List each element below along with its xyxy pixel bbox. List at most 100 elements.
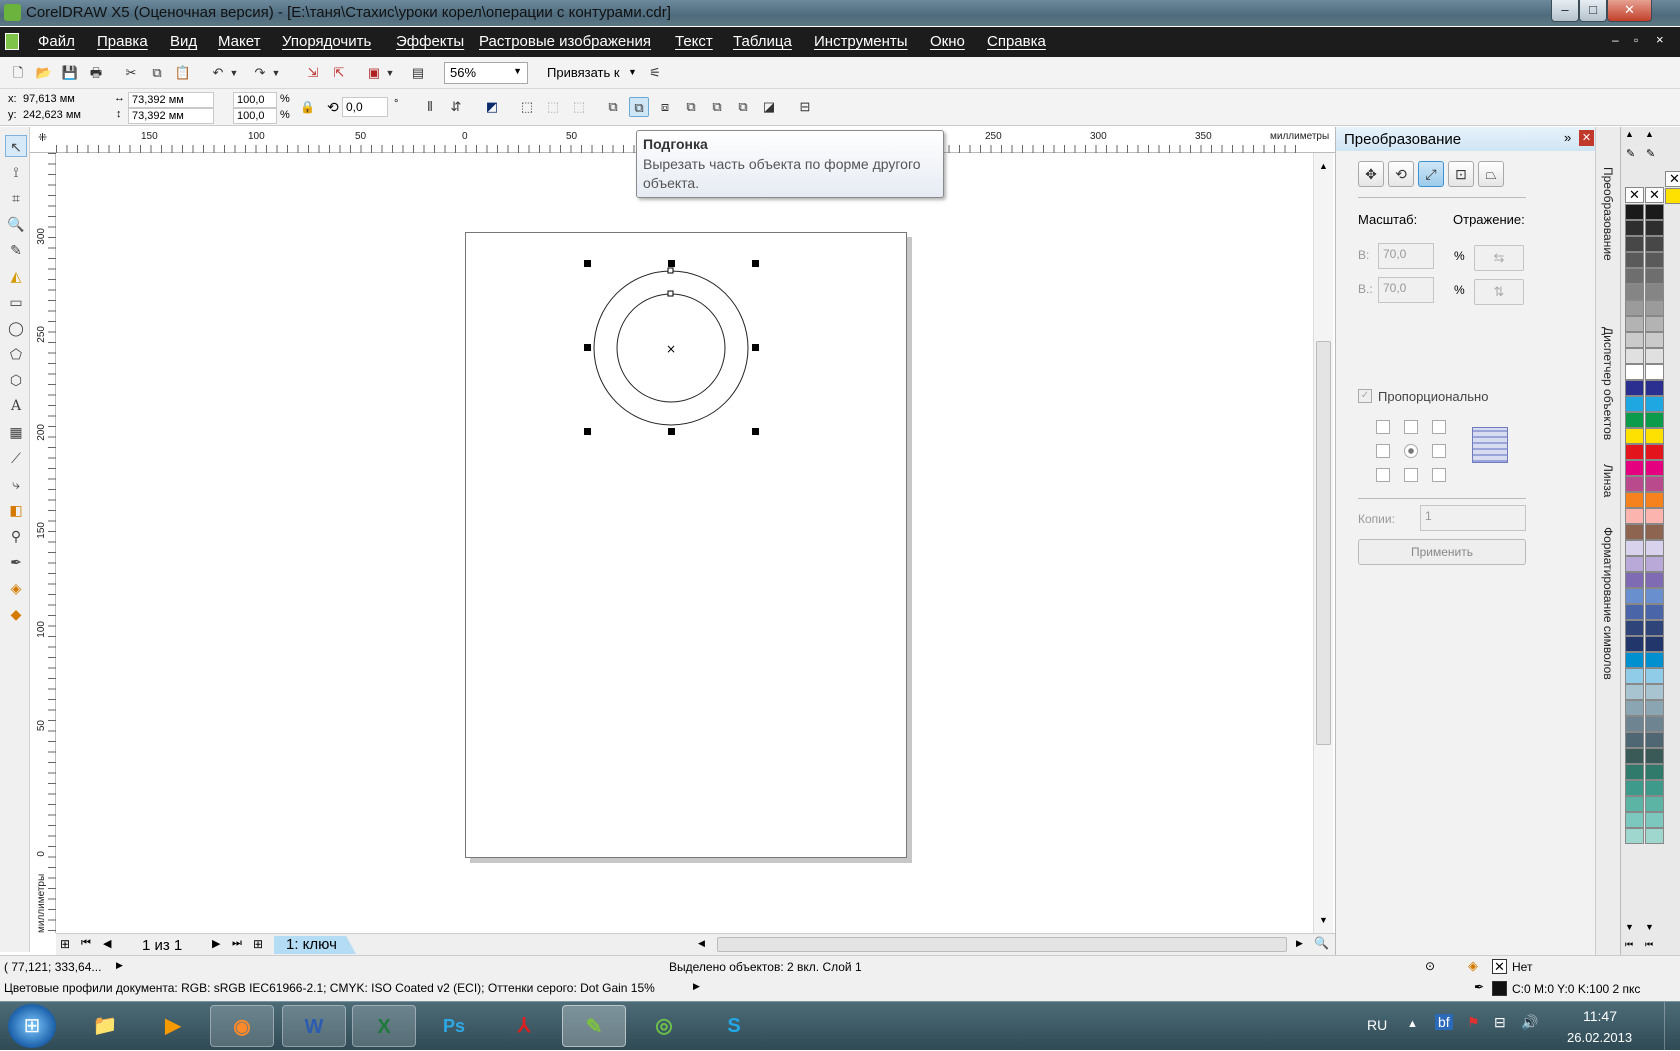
color-swatch[interactable] [1645,556,1664,572]
new-document-icon[interactable]: 🗋 [8,63,28,83]
snap-to-menu[interactable]: Привязать к [547,65,620,80]
color-swatch[interactable] [1625,268,1644,284]
clock-time[interactable]: 11:47 [1583,1008,1617,1024]
explorer-task[interactable]: 📁 [73,1005,137,1047]
zoom-tool-icon[interactable]: 🔍 [5,213,27,235]
anchor-top-right[interactable] [1432,420,1446,434]
smart-fill-tool-icon[interactable]: ◭ [5,265,27,287]
acrobat-task[interactable]: ⅄ [492,1005,556,1047]
cut-icon[interactable]: ✂ [121,63,141,83]
color-swatch[interactable] [1625,412,1644,428]
position-transform-icon[interactable]: ✥ [1358,161,1384,187]
color-swatch[interactable] [1625,220,1644,236]
anchor-center[interactable] [1404,444,1418,458]
color-swatch[interactable] [1625,444,1644,460]
zoom-level-select[interactable]: 56% ▼ [444,62,528,84]
no-color-swatch[interactable]: ✕ [1665,171,1680,187]
media-player-task[interactable]: ▶ [141,1005,205,1047]
color-swatch[interactable] [1645,476,1664,492]
intersect-icon[interactable]: ⧈ [655,97,675,117]
palette-expand-icon[interactable]: ⏮ [1645,939,1653,950]
color-swatch[interactable] [1645,764,1664,780]
color-swatch[interactable] [1645,508,1664,524]
color-swatch[interactable] [1625,492,1644,508]
corel-connect-task[interactable]: ◎ [632,1005,696,1047]
copy-icon[interactable]: ⧉ [147,63,167,83]
launcher-dropdown-icon[interactable]: ▼ [384,63,396,83]
no-color-swatch[interactable]: ✕ [1645,187,1664,203]
language-indicator[interactable]: RU [1367,1017,1387,1033]
size-transform-icon[interactable]: ⊡ [1448,161,1474,187]
selected-objects[interactable]: × [466,233,908,859]
color-swatch[interactable] [1645,348,1664,364]
color-swatch[interactable] [1645,252,1664,268]
photoshop-task[interactable]: Ps [422,1005,486,1047]
color-swatch[interactable] [1645,668,1664,684]
lock-ratio-icon[interactable]: 🔒 [300,100,315,114]
color-swatch[interactable] [1645,732,1664,748]
color-swatch[interactable] [1625,316,1644,332]
application-launcher-icon[interactable]: ▣ [364,63,384,83]
color-swatch[interactable] [1645,204,1664,220]
color-swatch[interactable] [1645,220,1664,236]
scroll-right-icon[interactable]: ▶ [1296,938,1303,949]
tray-app-icon[interactable]: bf [1435,1014,1453,1030]
basic-shapes-tool-icon[interactable]: ⬡ [5,369,27,391]
snapshot-icon[interactable]: ⊙ [1425,959,1435,973]
color-swatch[interactable] [1625,364,1644,380]
first-page-icon[interactable]: ⏮ [81,937,91,950]
start-button[interactable]: ⊞ [8,1004,56,1048]
color-swatch[interactable] [1625,204,1644,220]
freehand-tool-icon[interactable]: ✎ [5,239,27,261]
doc-minimize-button[interactable]: – [1612,33,1619,47]
mirror-horizontal-button[interactable]: ⇆ [1474,245,1524,271]
color-swatch[interactable] [1625,796,1644,812]
color-swatch[interactable] [1625,556,1644,572]
outline-pen-tool-icon[interactable]: ✒ [5,551,27,573]
menu-help[interactable]: Справка [987,33,1046,50]
combine-icon[interactable]: ◩ [482,97,502,117]
color-swatch[interactable] [1645,444,1664,460]
palette-eyedropper-icon[interactable]: ✎ [1626,147,1635,160]
color-swatch[interactable] [1625,620,1644,636]
side-tab-lens[interactable]: Линза [1601,464,1615,497]
color-swatch[interactable] [1625,636,1644,652]
height-field[interactable]: 73,392 мм [128,108,214,124]
scale-v-field[interactable]: 70,0 [1378,277,1434,303]
h-scroll-thumb[interactable] [717,937,1287,952]
tray-flag-icon[interactable]: ⚑ [1467,1014,1480,1031]
y-position-field[interactable]: 242,623 мм [20,108,106,124]
color-swatch[interactable] [1625,668,1644,684]
anchor-bottom-right[interactable] [1432,468,1446,482]
connector-tool-icon[interactable]: ⤷ [5,473,27,495]
anchor-top-center[interactable] [1404,420,1418,434]
color-swatch[interactable] [1645,540,1664,556]
color-swatch[interactable] [1625,764,1644,780]
color-swatch[interactable] [1625,684,1644,700]
color-swatch[interactable] [1645,684,1664,700]
welcome-screen-icon[interactable]: ▤ [408,63,428,83]
copies-field[interactable]: 1 [1420,505,1526,531]
anchor-bottom-left[interactable] [1376,468,1390,482]
color-swatch[interactable] [1625,508,1644,524]
paste-icon[interactable]: 📋 [173,63,193,83]
menu-table[interactable]: Таблица [733,33,792,50]
text-tool-icon[interactable]: A [5,395,27,417]
scroll-thumb[interactable] [1316,341,1331,745]
color-swatch[interactable] [1625,700,1644,716]
simplify-icon[interactable]: ⧉ [681,97,701,117]
color-profiles-info[interactable]: Цветовые профили документа: RGB: sRGB IE… [4,981,655,995]
menu-arrange[interactable]: Упорядочить [282,33,371,50]
palette-eyedropper-icon[interactable]: ✎ [1646,147,1655,160]
open-icon[interactable]: 📂 [34,63,54,83]
color-swatch[interactable] [1625,780,1644,796]
scroll-down-icon[interactable]: ▼ [1319,915,1328,925]
color-swatch[interactable] [1645,428,1664,444]
color-swatch[interactable] [1625,572,1644,588]
color-swatch[interactable] [1645,620,1664,636]
print-icon[interactable]: 🖶 [86,63,106,83]
color-swatch[interactable] [1645,588,1664,604]
excel-task[interactable]: X [352,1005,416,1047]
proportional-checkbox[interactable]: ✓ [1358,389,1372,403]
color-swatch[interactable] [1645,364,1664,380]
